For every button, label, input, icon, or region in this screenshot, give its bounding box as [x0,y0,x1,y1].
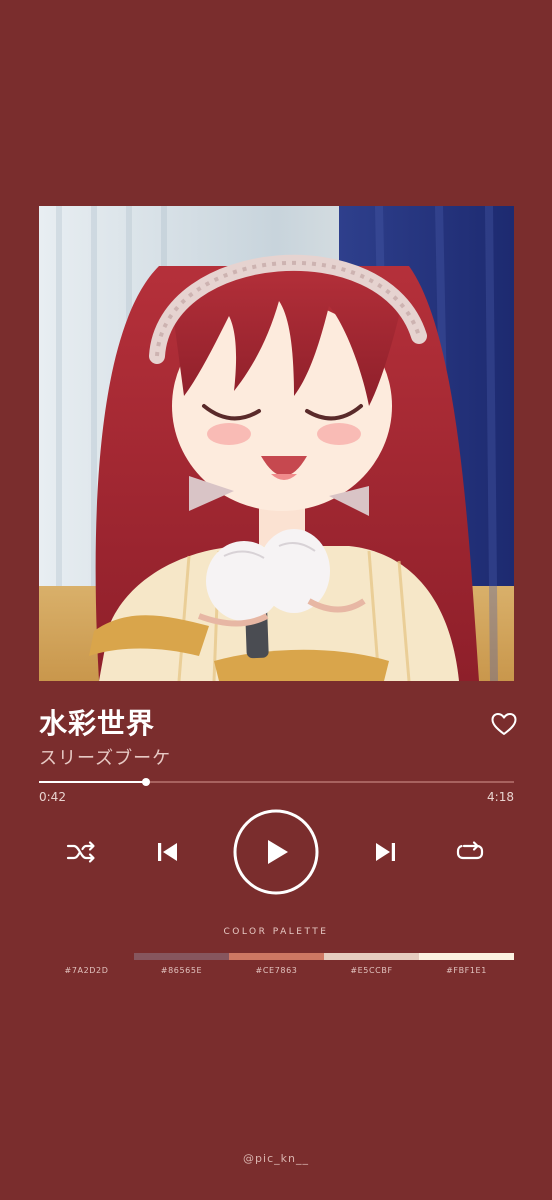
total-duration: 4:18 [487,790,514,804]
repeat-button[interactable] [455,839,485,865]
palette-swatch [324,953,419,960]
elapsed-time: 0:42 [39,790,66,804]
palette-swatch [39,953,134,960]
palette-swatch [419,953,514,960]
color-palette-bar [39,953,514,960]
shuffle-button[interactable] [66,839,98,865]
progress-scrubber-handle[interactable] [142,778,151,786]
skip-previous-icon [158,843,177,861]
album-artwork [39,206,514,681]
palette-swatch [134,953,229,960]
color-palette-codes: #7A2D2D #86565E #CE7863 #E5CCBF #FBF1E1 [39,965,514,977]
progress-fill [39,781,147,783]
palette-hex-code: #E5CCBF [350,966,393,975]
color-palette-label: COLOR PALETTE [223,927,329,937]
skip-next-icon [376,843,395,861]
heart-icon [491,713,517,735]
play-button[interactable] [233,809,319,895]
palette-hex-code: #FBF1E1 [446,966,487,975]
palette-hex-code: #86565E [160,966,203,975]
previous-track-button[interactable] [155,840,181,864]
palette-swatch [229,953,324,960]
track-title: 水彩世界 [39,707,156,740]
playback-progress-bar[interactable] [39,778,514,786]
palette-hex-code: #7A2D2D [64,966,109,975]
album-artwork-illustration [39,206,514,681]
artist-credit: @pic_kn__ [243,1152,309,1165]
shuffle-icon [66,841,95,863]
like-button[interactable] [490,710,518,738]
repeat-icon [456,841,484,860]
next-track-button[interactable] [372,840,398,864]
palette-hex-code: #CE7863 [255,966,298,975]
play-icon [233,809,319,895]
track-artist[interactable]: スリーズブーケ [39,746,171,772]
